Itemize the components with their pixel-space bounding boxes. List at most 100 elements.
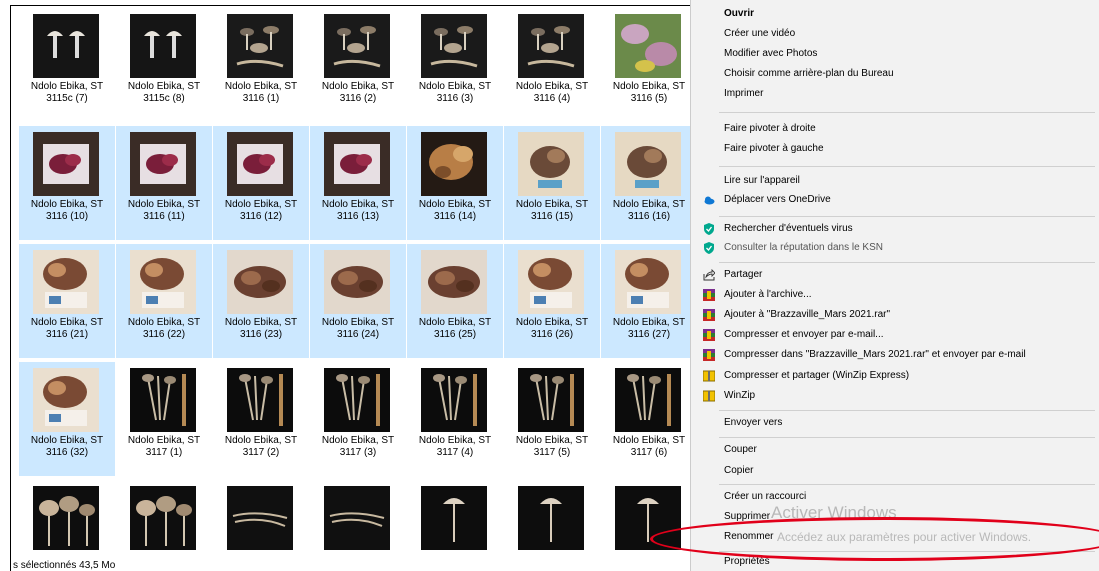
- menu-item-add-named-rar[interactable]: Ajouter à "Brazzaville_Mars 2021.rar": [724, 306, 890, 324]
- menu-item-scan-virus[interactable]: Rechercher d'éventuels virus: [724, 220, 853, 238]
- file-name-line1: Ndolo Ebika, ST: [30, 199, 104, 210]
- menu-item-copy[interactable]: Copier: [724, 462, 753, 480]
- file-name-line1: Ndolo Ebika, ST: [30, 317, 104, 328]
- file-name-line1: Ndolo Ebika, ST: [612, 81, 686, 92]
- context-menu: Ouvrir Créer une vidéo Modifier avec Pho…: [690, 0, 1099, 571]
- share-icon: [703, 269, 715, 281]
- menu-separator: [719, 410, 1095, 411]
- file-thumbnail-tile[interactable]: Ndolo Ebika, ST 3116 (4): [504, 8, 600, 122]
- file-thumbnail-tile[interactable]: Ndolo Ebika, ST 3116 (5): [601, 8, 697, 122]
- photo-thumbnail: [421, 486, 487, 550]
- file-thumbnail-tile[interactable]: Ndolo Ebika, ST 3117 (2): [213, 362, 309, 476]
- file-name-label: Ndolo Ebika, ST 3117 (2): [213, 435, 309, 459]
- file-thumbnail-tile[interactable]: Ndolo Ebika, ST 3116 (1): [213, 8, 309, 122]
- photo-thumbnail: [130, 368, 196, 432]
- file-name-line2: 3116 (22): [142, 329, 186, 340]
- file-name-line1: Ndolo Ebika, ST: [515, 435, 589, 446]
- file-thumbnail-tile[interactable]: [116, 480, 212, 571]
- menu-item-ksn-reputation[interactable]: Consulter la réputation dans le KSN: [724, 239, 883, 257]
- file-thumbnail-tile[interactable]: Ndolo Ebika, ST 3116 (22): [116, 244, 212, 358]
- menu-item-rotate-right[interactable]: Faire pivoter à droite: [724, 120, 816, 138]
- file-thumbnail-tile[interactable]: [213, 480, 309, 571]
- file-name-label: Ndolo Ebika, ST 3117 (3): [310, 435, 406, 459]
- file-thumbnail-tile[interactable]: Ndolo Ebika, ST 3116 (12): [213, 126, 309, 240]
- file-name-line2: 3116 (1): [242, 93, 280, 104]
- kaspersky-shield-icon: [704, 223, 714, 235]
- file-thumbnail-tile[interactable]: Ndolo Ebika, ST 3116 (23): [213, 244, 309, 358]
- winrar-icon: [703, 309, 715, 321]
- menu-item-print[interactable]: Imprimer: [724, 85, 763, 103]
- file-thumbnail-tile[interactable]: Ndolo Ebika, ST 3116 (13): [310, 126, 406, 240]
- file-name-line2: 3116 (26): [530, 329, 574, 340]
- file-thumbnail-tile[interactable]: Ndolo Ebika, ST 3116 (32): [19, 362, 115, 476]
- menu-item-rotate-left[interactable]: Faire pivoter à gauche: [724, 140, 824, 158]
- photo-thumbnail: [227, 14, 293, 78]
- file-name-line2: 3116 (16): [627, 211, 671, 222]
- file-name-line2: 3116 (12): [239, 211, 283, 222]
- file-thumbnail-tile[interactable]: Ndolo Ebika, ST 3117 (3): [310, 362, 406, 476]
- file-thumbnail-tile[interactable]: Ndolo Ebika, ST 3115c (8): [116, 8, 212, 122]
- menu-item-winzip[interactable]: WinZip: [724, 387, 755, 405]
- file-name-label: Ndolo Ebika, ST 3115c (8): [116, 81, 212, 105]
- file-name-line1: Ndolo Ebika, ST: [127, 199, 201, 210]
- file-name-line1: Ndolo Ebika, ST: [418, 81, 492, 92]
- photo-thumbnail: [130, 14, 196, 78]
- file-thumbnail-tile[interactable]: [601, 480, 697, 571]
- menu-item-compress-email[interactable]: Compresser et envoyer par e-mail...: [724, 326, 884, 344]
- winzip-icon: [703, 390, 715, 402]
- winzip-icon: [703, 370, 715, 382]
- menu-item-play-to-device[interactable]: Lire sur l'appareil: [724, 172, 800, 190]
- file-thumbnail-tile[interactable]: Ndolo Ebika, ST 3116 (2): [310, 8, 406, 122]
- file-name-line1: Ndolo Ebika, ST: [418, 317, 492, 328]
- menu-item-send-to[interactable]: Envoyer vers: [724, 414, 782, 432]
- menu-item-create-video[interactable]: Créer une vidéo: [724, 25, 795, 43]
- file-thumbnail-tile[interactable]: Ndolo Ebika, ST 3116 (21): [19, 244, 115, 358]
- file-name-line1: Ndolo Ebika, ST: [515, 81, 589, 92]
- menu-item-set-background[interactable]: Choisir comme arrière-plan du Bureau: [724, 65, 894, 83]
- file-name-label: Ndolo Ebika, ST 3116 (25): [407, 317, 503, 341]
- file-name-line1: Ndolo Ebika, ST: [30, 81, 104, 92]
- file-name-label: Ndolo Ebika, ST 3116 (16): [601, 199, 697, 223]
- file-name-line2: 3116 (21): [45, 329, 89, 340]
- file-thumbnail-tile[interactable]: Ndolo Ebika, ST 3116 (26): [504, 244, 600, 358]
- file-thumbnail-tile[interactable]: [504, 480, 600, 571]
- file-thumbnail-tile[interactable]: Ndolo Ebika, ST 3116 (3): [407, 8, 503, 122]
- menu-item-move-onedrive[interactable]: Déplacer vers OneDrive: [724, 191, 831, 209]
- file-thumbnail-tile[interactable]: Ndolo Ebika, ST 3116 (14): [407, 126, 503, 240]
- file-thumbnail-tile[interactable]: Ndolo Ebika, ST 3116 (10): [19, 126, 115, 240]
- file-thumbnail-tile[interactable]: Ndolo Ebika, ST 3116 (11): [116, 126, 212, 240]
- file-name-label: Ndolo Ebika, ST 3115c (7): [19, 81, 115, 105]
- file-name-label: Ndolo Ebika, ST 3116 (26): [504, 317, 600, 341]
- menu-item-compress-named-email[interactable]: Compresser dans "Brazzaville_Mars 2021.r…: [724, 346, 1026, 364]
- photo-thumbnail: [421, 14, 487, 78]
- file-thumbnail-tile[interactable]: [310, 480, 406, 571]
- file-name-label: Ndolo Ebika, ST 3116 (14): [407, 199, 503, 223]
- menu-item-add-archive[interactable]: Ajouter à l'archive...: [724, 286, 812, 304]
- file-name-label: Ndolo Ebika, ST 3116 (15): [504, 199, 600, 223]
- file-thumbnail-tile[interactable]: Ndolo Ebika, ST 3116 (27): [601, 244, 697, 358]
- menu-item-edit-photos[interactable]: Modifier avec Photos: [724, 45, 817, 63]
- file-name-line2: 3116 (32): [45, 447, 89, 458]
- file-thumbnail-tile[interactable]: Ndolo Ebika, ST 3116 (25): [407, 244, 503, 358]
- menu-separator: [719, 112, 1095, 113]
- menu-item-share[interactable]: Partager: [724, 266, 762, 284]
- file-thumbnail-tile[interactable]: [19, 480, 115, 571]
- file-name-line1: Ndolo Ebika, ST: [321, 317, 395, 328]
- file-thumbnail-tile[interactable]: Ndolo Ebika, ST 3117 (4): [407, 362, 503, 476]
- file-name-label: Ndolo Ebika, ST 3116 (23): [213, 317, 309, 341]
- photo-thumbnail: [324, 250, 390, 314]
- menu-item-compress-share-winzip[interactable]: Compresser et partager (WinZip Express): [724, 367, 909, 385]
- file-thumbnail-tile[interactable]: Ndolo Ebika, ST 3116 (15): [504, 126, 600, 240]
- file-name-label: Ndolo Ebika, ST 3117 (4): [407, 435, 503, 459]
- menu-item-cut[interactable]: Couper: [724, 441, 757, 459]
- photo-thumbnail: [324, 368, 390, 432]
- photo-thumbnail: [227, 486, 293, 550]
- file-thumbnail-tile[interactable]: Ndolo Ebika, ST 3115c (7): [19, 8, 115, 122]
- file-thumbnail-tile[interactable]: Ndolo Ebika, ST 3117 (5): [504, 362, 600, 476]
- file-thumbnail-tile[interactable]: Ndolo Ebika, ST 3117 (1): [116, 362, 212, 476]
- menu-item-open[interactable]: Ouvrir: [724, 5, 754, 23]
- file-thumbnail-tile[interactable]: Ndolo Ebika, ST 3117 (6): [601, 362, 697, 476]
- file-thumbnail-tile[interactable]: Ndolo Ebika, ST 3116 (24): [310, 244, 406, 358]
- file-thumbnail-tile[interactable]: [407, 480, 503, 571]
- file-thumbnail-tile[interactable]: Ndolo Ebika, ST 3116 (16): [601, 126, 697, 240]
